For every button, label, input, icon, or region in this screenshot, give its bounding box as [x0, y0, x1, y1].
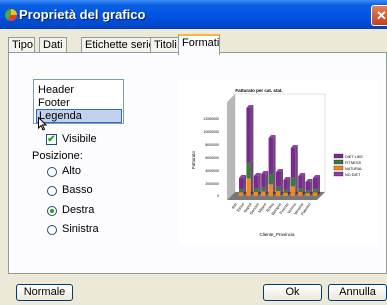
y-tick: 12000000: [203, 117, 219, 121]
visible-checkbox-label: Visibile: [62, 133, 97, 145]
chart-title: Fatturato per cat. stat.: [235, 88, 282, 93]
bar-segment: [305, 190, 311, 194]
y-tick: 4000000: [205, 169, 219, 173]
radio-destra[interactable]: [47, 206, 57, 216]
legend-swatch: [333, 165, 344, 171]
bar-segment: [305, 193, 311, 196]
bar-segment: [268, 173, 274, 185]
bar-segment: [313, 178, 318, 190]
bar-segment: [261, 174, 266, 188]
radio-sinistra[interactable]: [47, 225, 57, 235]
annulla-button[interactable]: Annulla: [328, 284, 387, 301]
chart-properties-dialog: Proprietà del grafico ✕ Tipo Dati Etiche…: [0, 0, 387, 305]
bar-segment: [246, 178, 251, 196]
legend-label: FITNESS: [345, 161, 362, 165]
bar-segment: [283, 189, 288, 193]
chart-app-icon: [5, 9, 17, 22]
y-tick: 8000000: [205, 143, 219, 147]
chart-legend: DIET LIKE FITNESS NATURAL NO DIET: [333, 153, 363, 177]
bar-segment: [298, 188, 303, 192]
chart-y-ticks: 12000000 10000000 8000000 6000000 400000…: [203, 117, 219, 198]
bar-segment: [246, 162, 251, 179]
radio-sinistra-label: Sinistra: [62, 223, 99, 235]
bar-segment: [276, 186, 281, 192]
legend-label: DIET LIKE: [345, 155, 363, 159]
bar-segment: [276, 191, 281, 196]
bar-segment: [268, 138, 274, 174]
bar-segment: [253, 188, 259, 192]
bar-side: [273, 135, 276, 174]
position-label: Posizione:: [32, 150, 83, 162]
y-tick: 6000000: [205, 156, 219, 160]
bar-segment: [276, 172, 281, 187]
normale-button[interactable]: Normale: [16, 284, 73, 301]
bar-segment: [313, 189, 318, 193]
legend-swatch: [333, 159, 344, 165]
y-tick: 10000000: [203, 130, 219, 134]
list-item-header[interactable]: Header: [36, 83, 122, 97]
legend-swatch: [333, 171, 344, 177]
list-item-footer[interactable]: Footer: [36, 96, 122, 110]
bar-segment: [305, 182, 311, 191]
bar-segment: [298, 192, 303, 196]
y-tick: 0: [217, 194, 219, 198]
bar-segment: [261, 187, 266, 192]
radio-alto[interactable]: [47, 167, 57, 177]
bar-side: [250, 105, 254, 163]
title-bar[interactable]: Proprietà del grafico ✕: [0, 0, 387, 29]
radio-destra-label: Destra: [62, 204, 95, 216]
close-button[interactable]: ✕: [371, 5, 387, 26]
chart-x-axis-label: Cliente_Provincia: [259, 232, 295, 237]
bar-segment: [261, 191, 266, 196]
legend-swatch: [333, 153, 344, 159]
bar-segment: [239, 178, 244, 190]
ok-button[interactable]: Ok: [263, 284, 322, 301]
radio-basso[interactable]: [47, 186, 57, 196]
tab-formati[interactable]: Formati: [178, 34, 220, 55]
bar-side: [250, 159, 254, 179]
bar-segment: [313, 192, 318, 196]
chart-preview: Fatturato per cat. stat. Fatturato 12000…: [179, 80, 378, 245]
bar-segment: [290, 177, 296, 187]
bar-segment: [283, 192, 288, 196]
chart-side-wall: [227, 94, 235, 200]
bar-segment: [253, 176, 259, 189]
bar-segment: [290, 186, 296, 196]
bar-side: [295, 145, 298, 178]
y-tick: 2000000: [205, 182, 219, 186]
bar-segment: [239, 192, 244, 196]
legend-label: NO DIET: [345, 173, 361, 177]
chart-preview-svg: Fatturato per cat. stat. Fatturato 12000…: [191, 88, 363, 237]
bar-segment: [268, 184, 274, 196]
chart-x-categories: AstiTorinoNapoliGenovaMilanoRomaBolognaF…: [231, 202, 312, 217]
bar-segment: [246, 108, 251, 163]
radio-basso-label: Basso: [62, 184, 93, 196]
bar-segment: [239, 189, 244, 193]
window-title: Proprietà del grafico: [19, 7, 146, 22]
bar-segment: [253, 192, 259, 196]
list-item-legenda[interactable]: Legenda: [36, 109, 122, 123]
chart-y-axis-label: Fatturato: [191, 151, 196, 170]
legend-label: NATURAL: [345, 167, 362, 171]
visible-checkbox[interactable]: ✔: [46, 134, 57, 145]
bar-segment: [290, 148, 296, 178]
radio-alto-label: Alto: [62, 165, 81, 177]
bar-segment: [283, 180, 288, 190]
bar-side: [250, 175, 254, 196]
mouse-cursor-icon: [38, 117, 47, 131]
bar-segment: [298, 176, 303, 189]
bar-side: [280, 169, 283, 187]
